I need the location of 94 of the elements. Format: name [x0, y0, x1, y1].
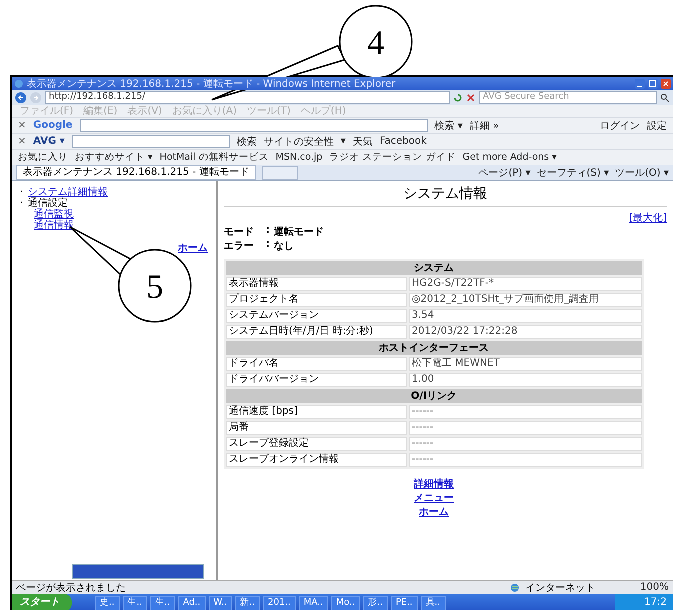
taskbar-button[interactable]: 形..	[363, 596, 388, 610]
status-value: なし	[274, 240, 294, 253]
avg-search-field[interactable]	[72, 135, 230, 148]
refresh-icon[interactable]	[453, 92, 463, 102]
zoom-button[interactable]: 100%	[640, 582, 669, 593]
table-cell: ドライバ名	[226, 357, 407, 371]
table-cell: 局番	[226, 421, 407, 435]
more-button[interactable]: 詳細 »	[470, 118, 500, 132]
table-cell: ------	[409, 437, 642, 451]
search-icon[interactable]	[660, 92, 670, 102]
close-icon[interactable]	[661, 78, 671, 88]
page-link[interactable]: ホーム	[419, 505, 449, 519]
toolbar-item[interactable]: サイトの安全性	[264, 134, 334, 148]
search-button[interactable]: 検索 ▾	[434, 118, 463, 132]
browser-icon	[14, 78, 24, 88]
taskbar-button[interactable]: 201..	[262, 596, 296, 610]
taskbar-button[interactable]: 具..	[420, 596, 446, 610]
colon: :	[266, 225, 270, 238]
favorite-link[interactable]: Get more Add-ons ▾	[462, 152, 557, 163]
status-label: エラー	[224, 240, 255, 253]
favorite-link[interactable]: おすすめサイト ▾	[75, 151, 153, 164]
sidebar-item: 通信設定	[28, 198, 68, 209]
page-link[interactable]: 詳細情報	[414, 477, 454, 491]
maximize-link[interactable]: [最大化]	[629, 213, 667, 224]
home-link[interactable]: ホーム	[178, 243, 208, 254]
avg-logo[interactable]: AVG ▾	[33, 136, 65, 147]
table-cell: システム日時(年/月/日 時:分:秒)	[226, 325, 407, 339]
table-cell: 通信速度 [bps]	[226, 405, 407, 419]
page-link[interactable]: メニュー	[414, 491, 454, 505]
table-cell: ------	[409, 405, 642, 419]
taskbar-button[interactable]: 生..	[150, 596, 176, 610]
colon: :	[266, 239, 270, 252]
browser-tab[interactable]: 表示器メンテナンス 192.168.1.215 - 運転モード	[16, 165, 256, 180]
close-icon[interactable]: ×	[18, 120, 26, 131]
toolbar-item[interactable]: 天気	[352, 134, 373, 148]
sidebar-item[interactable]: 通信監視	[34, 209, 74, 220]
section-header: ホストインターフェース	[226, 341, 642, 355]
google-search-field[interactable]	[80, 119, 428, 132]
section-header: システム	[226, 261, 642, 275]
favorites-button[interactable]: お気に入り	[18, 151, 68, 164]
taskbar-button[interactable]: MA..	[298, 596, 328, 610]
globe-icon	[510, 582, 520, 592]
section-header: O/Iリンク	[226, 389, 642, 403]
login-link[interactable]: ログイン	[600, 118, 640, 132]
favorite-link[interactable]: ラジオ ステーション ガイド	[330, 151, 456, 164]
table-cell: 2012/03/22 17:22:28	[409, 325, 642, 339]
taskbar-button[interactable]: PE..	[390, 596, 418, 610]
table-cell: 松下電工 MEWNET	[409, 357, 642, 371]
table-cell: 1.00	[409, 373, 642, 387]
table-cell: システムバージョン	[226, 309, 407, 323]
window-title: 表示器メンテナンス 192.168.1.215 - 運転モード - Windows Internet Explorer	[27, 78, 396, 90]
table-cell: スレーブ登録設定	[226, 437, 407, 451]
favorite-link[interactable]: HotMail の無料サービス	[160, 151, 269, 164]
table-cell: HG2G-S/T22TF-*	[409, 277, 642, 291]
command-button[interactable]: ページ(P) ▾	[478, 166, 531, 180]
stop-icon[interactable]	[466, 92, 476, 102]
command-button[interactable]: ツール(O) ▾	[615, 166, 669, 180]
close-icon[interactable]: ×	[18, 136, 26, 147]
table-cell: ドライババージョン	[226, 373, 407, 387]
settings-button[interactable]: 設定	[647, 118, 667, 132]
table-cell: スレーブオンライン情報	[226, 453, 407, 467]
table-cell: プロジェクト名	[226, 293, 407, 307]
status-label: モード	[224, 226, 255, 239]
taskbar-button[interactable]: 新..	[235, 596, 260, 610]
favorite-link[interactable]: MSN.co.jp	[276, 152, 323, 163]
minimize-icon[interactable]	[635, 78, 645, 88]
taskbar-button[interactable]: Ad..	[178, 596, 206, 610]
table-cell: ◎2012_2_10TSHt_サブ画面使用_調査用	[409, 293, 642, 307]
taskbar-button[interactable]: Mo..	[331, 596, 360, 610]
taskbar-button[interactable]: W..	[208, 596, 232, 610]
sidebar-item[interactable]: システム詳細情報	[28, 187, 108, 198]
clock: 17:2	[614, 594, 673, 610]
toolbar-item[interactable]: Facebook	[380, 136, 427, 147]
status-value: 運転モード	[274, 226, 324, 239]
table-cell: 表示器情報	[226, 277, 407, 291]
bullet: ·	[20, 187, 24, 198]
callout-number: 4	[368, 25, 384, 62]
table-cell: ------	[409, 453, 642, 467]
toolbar-item[interactable]: ▾	[340, 136, 346, 147]
taskbar-button[interactable]: 史..	[95, 596, 120, 610]
table-cell: 3.54	[409, 309, 642, 323]
callout-number: 5	[146, 269, 164, 306]
google-logo: Google	[33, 120, 73, 131]
address-field[interactable]: http://192.168.1.215/	[45, 91, 450, 104]
maximize-icon[interactable]	[648, 78, 658, 88]
back-icon[interactable]	[15, 92, 27, 104]
search-button[interactable]: 検索	[236, 134, 257, 148]
bullet: ·	[20, 198, 24, 209]
status-text: ページが表示されました	[16, 582, 126, 594]
taskbar-button[interactable]: 生..	[122, 596, 148, 610]
page-title: システム情報	[224, 185, 667, 207]
table-cell: ------	[409, 421, 642, 435]
zone-text: インターネット	[525, 582, 596, 594]
command-button[interactable]: セーフティ(S) ▾	[536, 166, 610, 180]
